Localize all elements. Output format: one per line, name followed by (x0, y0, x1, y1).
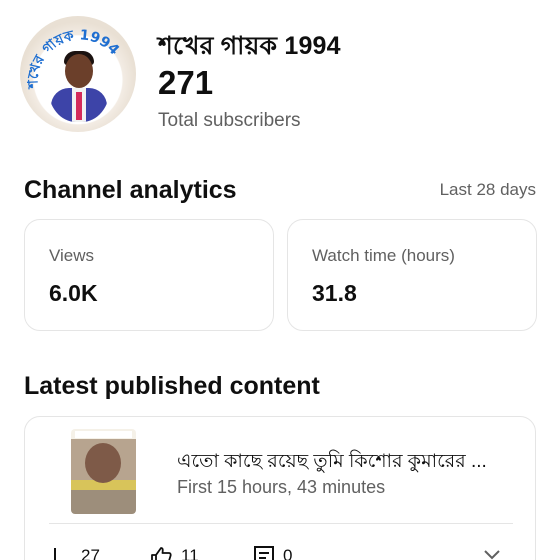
subscriber-label: Total subscribers (158, 110, 301, 131)
views-label: Views (49, 246, 95, 265)
latest-video-card[interactable]: এতো কাছে রয়েছ তুমি কিশোর কুমারের ... Fi… (24, 416, 536, 560)
watch-time-card[interactable]: Watch time (hours) 31.8 (287, 219, 537, 331)
channel-name: শখের গায়ক 1994 (158, 32, 341, 60)
video-likes-stat: 11 (149, 545, 199, 560)
avatar-photo (48, 46, 110, 122)
comments-icon (254, 546, 274, 560)
views-icon (54, 548, 69, 560)
subscriber-count: 271 (158, 64, 214, 101)
video-comments-stat: 0 (253, 545, 292, 560)
video-views-count: 27 (81, 546, 100, 560)
watch-time-label: Watch time (hours) (312, 246, 455, 265)
video-comments-count: 0 (283, 546, 293, 560)
video-likes-count: 11 (181, 546, 199, 560)
like-icon (151, 547, 172, 560)
expand-button[interactable] (481, 547, 503, 560)
video-views-stat: 27 (51, 545, 100, 560)
views-card[interactable]: Views 6.0K (24, 219, 274, 331)
watch-time-value: 31.8 (312, 280, 357, 306)
card-divider (49, 523, 513, 524)
analytics-range: Last 28 days (439, 180, 536, 199)
channel-header: শখের গায়ক 1994 শখের গায়ক 1994 271 Tota… (0, 0, 560, 150)
video-title[interactable]: এতো কাছে রয়েছ তুমি কিশোর কুমারের ... (177, 447, 522, 479)
video-thumbnail[interactable] (71, 429, 136, 514)
video-meta: First 15 hours, 43 minutes (177, 477, 386, 497)
channel-avatar[interactable]: শখের গায়ক 1994 (20, 16, 136, 132)
latest-content-title: Latest published content (24, 372, 320, 400)
analytics-title: Channel analytics (24, 176, 237, 204)
expand-chevron-icon (484, 550, 500, 560)
views-value: 6.0K (49, 280, 98, 306)
